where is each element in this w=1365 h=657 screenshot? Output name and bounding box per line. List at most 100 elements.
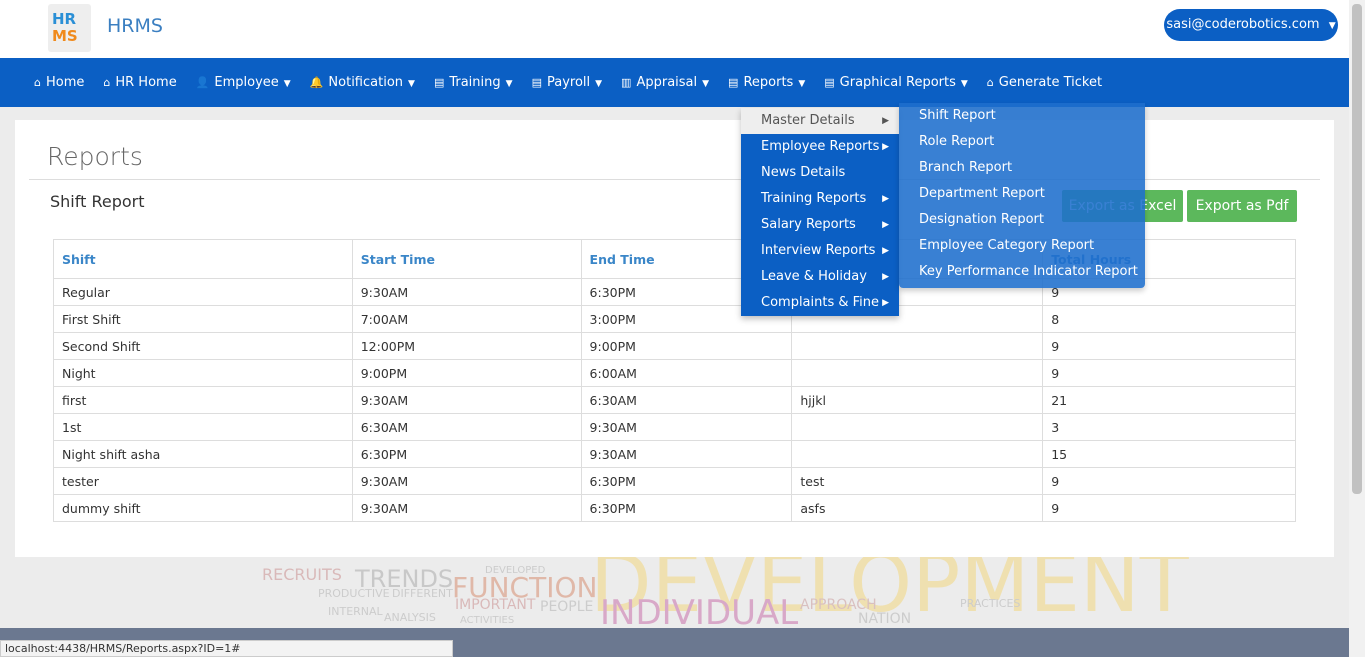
- table-cell: 9: [1042, 494, 1296, 522]
- table-cell: 9:30AM: [351, 494, 582, 522]
- submenu-item-employee-category-report[interactable]: Employee Category Report: [899, 233, 1145, 259]
- nav-item-generate-ticket[interactable]: ⌂ Generate Ticket: [987, 75, 1102, 90]
- table-cell: [791, 332, 1044, 360]
- menu-item-leave-holiday[interactable]: Leave & Holiday ▶: [741, 264, 899, 290]
- nav-item-employee[interactable]: 👤 Employee ▼: [196, 75, 291, 90]
- table-cell: 7:00AM: [351, 305, 582, 333]
- export-pdf-button[interactable]: Export as Pdf: [1187, 190, 1297, 222]
- column-header[interactable]: Start Time: [351, 239, 582, 279]
- status-bar-url: localhost:4438/HRMS/Reports.aspx?ID=1#: [0, 640, 453, 657]
- background-word: DEVELOPED: [485, 565, 546, 576]
- table-cell: 6:30PM: [580, 494, 793, 522]
- submenu-item-designation-report[interactable]: Designation Report: [899, 207, 1145, 233]
- table-cell: 9: [1042, 359, 1296, 387]
- table-cell: 9:30AM: [580, 440, 793, 468]
- caret-down-icon: ▼: [505, 79, 513, 89]
- home-icon: ⌂: [103, 76, 111, 89]
- caret-down-icon: ▼: [960, 79, 968, 89]
- menu-item-complaints-fine[interactable]: Complaints & Fine ▶: [741, 290, 899, 316]
- background-word: PRACTICES: [960, 597, 1021, 610]
- user-menu-button[interactable]: sasi@coderobotics.com ▼: [1164, 9, 1338, 41]
- nav-label: HR Home: [115, 75, 177, 90]
- nav-item-hr-home[interactable]: ⌂ HR Home: [103, 75, 176, 90]
- submenu-item-department-report[interactable]: Department Report: [899, 181, 1145, 207]
- table-row: dummy shift 9:30AM 6:30PM asfs 9: [53, 494, 1296, 522]
- caret-right-icon: ▶: [882, 116, 889, 126]
- hrms-logo[interactable]: HR MS: [48, 4, 91, 52]
- table-cell: 9: [1042, 467, 1296, 495]
- file-icon: ▤: [433, 76, 445, 89]
- nav-label: Reports: [743, 75, 794, 90]
- menu-item-label: Leave & Holiday: [761, 269, 867, 284]
- nav-label: Employee: [214, 75, 279, 90]
- menu-item-news-details[interactable]: News Details: [741, 160, 899, 186]
- user-icon: 👤: [195, 76, 210, 89]
- submenu-item-key-performance-indicator-report[interactable]: Key Performance Indicator Report: [899, 259, 1145, 285]
- nav-label: Generate Ticket: [998, 75, 1103, 90]
- caret-right-icon: ▶: [882, 194, 889, 204]
- nav-item-home[interactable]: ⌂ Home: [34, 75, 84, 90]
- menu-item-label: Complaints & Fine: [761, 295, 880, 310]
- table-cell: 6:30PM: [580, 467, 793, 495]
- reports-dropdown: Master Details ▶ Employee Reports ▶ News Det…: [741, 108, 899, 316]
- menu-item-training-reports[interactable]: Training Reports ▶: [741, 186, 899, 212]
- table-cell: Regular: [53, 278, 353, 306]
- background-word: PRODUCTIVE: [318, 587, 390, 600]
- nav-item-appraisal[interactable]: ▥ Appraisal ▼: [621, 75, 709, 90]
- menu-item-label: News Details: [761, 165, 846, 180]
- table-cell: Night shift asha: [53, 440, 353, 468]
- caret-right-icon: ▶: [882, 220, 889, 230]
- table-cell: first: [53, 386, 353, 414]
- nav-item-payroll[interactable]: ▤ Payroll ▼: [532, 75, 602, 90]
- table-row: Night 9:00PM 6:00AM 9: [53, 359, 1296, 387]
- background-word-cloud: RECRUITS TRENDS FUNCTION DEVELOPMENT INDIVID…: [0, 557, 1349, 628]
- nav-item-training[interactable]: ▤ Training ▼: [434, 75, 513, 90]
- table-cell: 6:30PM: [351, 440, 582, 468]
- table-cell: Night: [53, 359, 353, 387]
- table-cell: 8: [1042, 305, 1296, 333]
- menu-item-employee-reports[interactable]: Employee Reports ▶: [741, 134, 899, 160]
- submenu-item-shift-report[interactable]: Shift Report: [899, 103, 1145, 129]
- scrollbar-thumb[interactable]: [1352, 4, 1362, 494]
- vertical-scrollbar[interactable]: [1349, 0, 1365, 657]
- background-word: INDIVIDUAL: [600, 593, 799, 628]
- background-word: PEOPLE: [540, 599, 594, 615]
- caret-right-icon: ▶: [882, 298, 889, 308]
- brand-name[interactable]: HRMS: [107, 15, 163, 37]
- table-cell: 21: [1042, 386, 1296, 414]
- caret-right-icon: ▶: [882, 272, 889, 282]
- table-cell: dummy shift: [53, 494, 353, 522]
- menu-item-master-details[interactable]: Master Details ▶: [741, 108, 899, 134]
- top-header: HR MS HRMS sasi@coderobotics.com ▼: [0, 0, 1349, 58]
- submenu-item-role-report[interactable]: Role Report: [899, 129, 1145, 155]
- caret-down-icon: ▼: [283, 79, 291, 89]
- nav-item-notification[interactable]: 🔔 Notification ▼: [310, 75, 415, 90]
- caret-down-icon: ▼: [702, 79, 710, 89]
- nav-label: Training: [449, 75, 501, 90]
- menu-item-interview-reports[interactable]: Interview Reports ▶: [741, 238, 899, 264]
- nav-label: Payroll: [546, 75, 591, 90]
- menu-item-label: Salary Reports: [761, 217, 856, 232]
- caret-down-icon: ▼: [408, 79, 415, 89]
- table-row: Night shift asha 6:30PM 9:30AM 15: [53, 440, 1296, 468]
- table-row: tester 9:30AM 6:30PM test 9: [53, 467, 1296, 495]
- main-navbar: ⌂ Home ⌂ HR Home 👤 Employee ▼ 🔔 Notification ▼ ▤ Tr…: [0, 58, 1349, 107]
- table-cell: 9:00PM: [580, 332, 793, 360]
- column-header[interactable]: Shift: [53, 239, 353, 279]
- menu-item-label: Employee Reports: [761, 139, 880, 154]
- nav-label: Notification: [328, 75, 404, 90]
- table-row: 1st 6:30AM 9:30AM 3: [53, 413, 1296, 441]
- background-word: IMPORTANT: [455, 597, 536, 613]
- nav-item-graphical-reports[interactable]: ▤ Graphical Reports ▼: [824, 75, 968, 90]
- home-icon: ⌂: [34, 76, 41, 89]
- table-cell: 9:30AM: [580, 413, 793, 441]
- table-row: Second Shift 12:00PM 9:00PM 9: [53, 332, 1296, 360]
- nav-label: Home: [45, 75, 85, 90]
- table-cell: 6:30AM: [351, 413, 582, 441]
- menu-item-salary-reports[interactable]: Salary Reports ▶: [741, 212, 899, 238]
- table-cell: [791, 359, 1044, 387]
- file-pdf-icon: ▤: [728, 76, 739, 89]
- submenu-item-branch-report[interactable]: Branch Report: [899, 155, 1145, 181]
- table-cell: 9:00PM: [351, 359, 582, 387]
- nav-item-reports[interactable]: ▤ Reports ▼: [728, 75, 805, 90]
